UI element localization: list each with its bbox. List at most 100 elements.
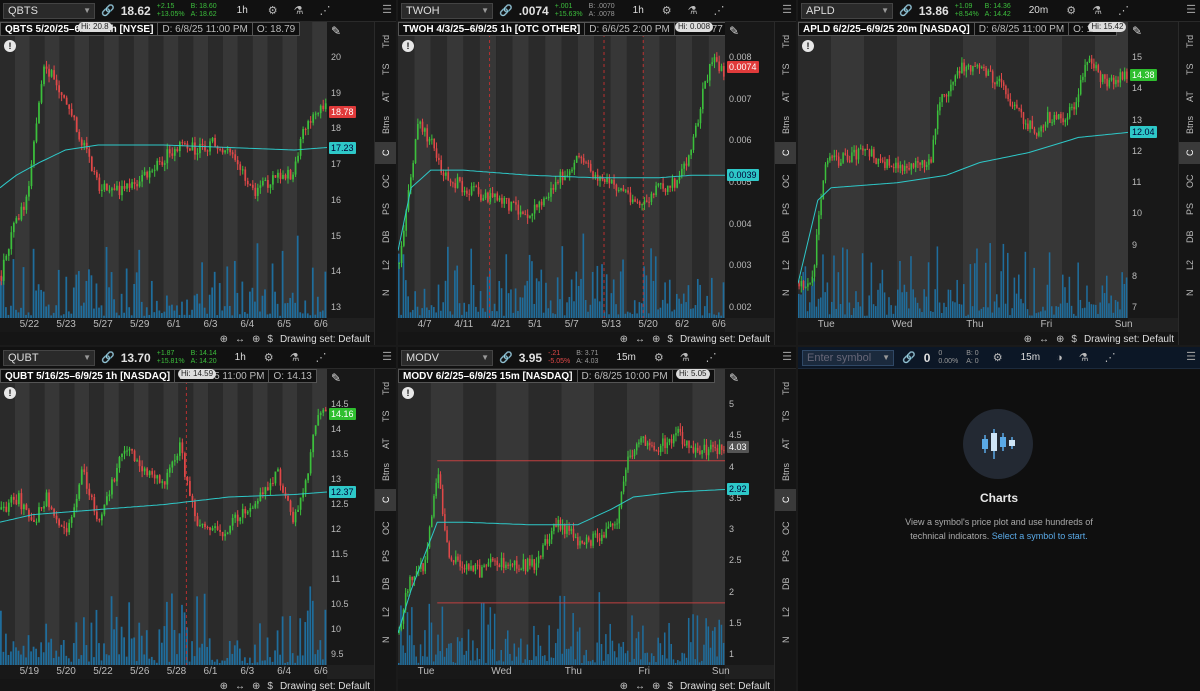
side-tab-ps[interactable]: PS: [375, 198, 396, 220]
side-tab-l2[interactable]: L2: [375, 254, 396, 276]
side-tab-oc[interactable]: OC: [1179, 170, 1200, 192]
style-icon[interactable]: ◑: [1056, 352, 1063, 364]
side-tab-c[interactable]: C: [775, 489, 796, 511]
timeframe-button[interactable]: 15m: [1021, 352, 1040, 363]
select-symbol-link[interactable]: Select a symbol to start.: [992, 531, 1088, 541]
dollar-icon[interactable]: $: [667, 334, 673, 345]
pan-icon[interactable]: ↔: [1039, 334, 1049, 345]
price-plot[interactable]: APLD 6/2/25–6/9/25 20m [NASDAQ] D: 6/8/25…: [798, 22, 1128, 318]
gear-icon[interactable]: ⚙: [654, 351, 664, 364]
pan-icon[interactable]: ↔: [235, 681, 245, 691]
symbol-input[interactable]: APLD ▼: [801, 2, 893, 19]
timeframe-button[interactable]: 20m: [1029, 5, 1048, 16]
side-tab-ps[interactable]: PS: [775, 198, 796, 220]
side-tab-db[interactable]: DB: [1179, 226, 1200, 248]
drawing-tool-icon[interactable]: ✎: [729, 371, 739, 385]
chart-style-icon[interactable]: ⋰: [1105, 351, 1116, 364]
drawing-tool-icon[interactable]: ✎: [331, 24, 341, 38]
pan-icon[interactable]: ↔: [235, 334, 245, 345]
link-icon[interactable]: 🔗: [902, 351, 916, 364]
side-tab-ts[interactable]: TS: [375, 58, 396, 80]
drawing-set-label[interactable]: Drawing set: Default: [1084, 334, 1174, 345]
drawing-set-label[interactable]: Drawing set: Default: [280, 681, 370, 691]
menu-icon[interactable]: ☰: [1186, 350, 1196, 363]
dollar-icon[interactable]: $: [267, 681, 273, 691]
side-tab-n[interactable]: N: [1179, 282, 1200, 304]
timeframe-button[interactable]: 1h: [633, 5, 644, 16]
drawing-tool-icon[interactable]: ✎: [331, 371, 341, 385]
crosshair-icon[interactable]: ⊕: [652, 334, 660, 345]
menu-icon[interactable]: ☰: [782, 3, 792, 16]
side-tab-ts[interactable]: TS: [775, 405, 796, 427]
alert-icon[interactable]: !: [802, 40, 814, 52]
link-icon[interactable]: 🔗: [899, 4, 913, 17]
side-tab-at[interactable]: AT: [775, 86, 796, 108]
alert-icon[interactable]: !: [402, 40, 414, 52]
side-tab-n[interactable]: N: [775, 282, 796, 304]
side-tab-l2[interactable]: L2: [775, 601, 796, 623]
side-tab-at[interactable]: AT: [775, 433, 796, 455]
crosshair-icon[interactable]: ⊕: [652, 681, 660, 691]
side-tab-db[interactable]: DB: [375, 573, 396, 595]
symbol-input[interactable]: Enter symbol ▼: [802, 349, 894, 366]
drawing-tool-icon[interactable]: ✎: [1132, 24, 1142, 38]
side-tab-l2[interactable]: L2: [1179, 254, 1200, 276]
side-tab-db[interactable]: DB: [775, 573, 796, 595]
side-tab-ts[interactable]: TS: [1179, 58, 1200, 80]
drawing-set-label[interactable]: Drawing set: Default: [680, 681, 770, 691]
gear-icon[interactable]: ⚙: [993, 351, 1003, 364]
price-plot[interactable]: TWOH 4/3/25–6/9/25 1h [OTC OTHER] D: 6/6/…: [398, 22, 728, 318]
crosshair-icon[interactable]: ⊕: [252, 681, 260, 691]
side-tab-c[interactable]: C: [1179, 142, 1200, 164]
pan-icon[interactable]: ↔: [635, 681, 645, 691]
alert-icon[interactable]: !: [4, 40, 16, 52]
side-tab-oc[interactable]: OC: [775, 517, 796, 539]
price-axis[interactable]: ✎ 14.5 14 13.5 13 12.5 12 11.5 11 10.5 10 9.5 14.16 1…: [327, 369, 374, 665]
flask-icon[interactable]: ⚗: [290, 351, 300, 364]
symbol-input[interactable]: QBTS ▼: [3, 2, 95, 19]
time-axis[interactable]: Tue Wed Thu Fri Sun: [398, 665, 730, 679]
side-tab-trd[interactable]: Trd: [375, 377, 396, 399]
price-axis[interactable]: ✎ 15 14 13 12 11 10 9 8 7 14.38 12.04: [1128, 22, 1178, 318]
link-icon[interactable]: 🔗: [499, 351, 513, 364]
side-tab-c[interactable]: C: [375, 489, 396, 511]
link-icon[interactable]: 🔗: [101, 351, 115, 364]
link-icon[interactable]: 🔗: [101, 4, 115, 17]
flask-icon[interactable]: ⚗: [1079, 351, 1089, 364]
side-tab-n[interactable]: N: [375, 282, 396, 304]
side-tab-db[interactable]: DB: [375, 226, 396, 248]
time-axis[interactable]: Tue Wed Thu Fri Sun: [798, 318, 1133, 332]
zoom-icon[interactable]: ⊕: [1024, 334, 1032, 345]
side-tab-btns[interactable]: Btns: [775, 114, 796, 136]
price-plot[interactable]: MODV 6/2/25–6/9/25 15m [NASDAQ] D: 6/8/25…: [398, 369, 725, 665]
zoom-icon[interactable]: ⊕: [220, 334, 228, 345]
price-plot[interactable]: QBTS 5/20/25–6/9/25 1h [NYSE]D: 6/8/25 1…: [0, 22, 327, 318]
side-tab-btns[interactable]: Btns: [375, 114, 396, 136]
time-axis[interactable]: 5/19 5/20 5/22 5/26 5/28 6/1 6/3 6/4 6/6: [0, 665, 328, 679]
link-icon[interactable]: 🔗: [499, 4, 513, 17]
side-tab-db[interactable]: DB: [775, 226, 796, 248]
alert-icon[interactable]: !: [402, 387, 414, 399]
side-tab-at[interactable]: AT: [1179, 86, 1200, 108]
menu-icon[interactable]: ☰: [382, 3, 392, 16]
side-tab-c[interactable]: C: [775, 142, 796, 164]
gear-icon[interactable]: ⚙: [1066, 4, 1076, 17]
zoom-icon[interactable]: ⊕: [620, 334, 628, 345]
price-plot[interactable]: QUBT 5/16/25–6/9/25 1h [NASDAQ] D: 6/8/25…: [0, 369, 327, 665]
side-tab-c[interactable]: C: [375, 142, 396, 164]
alert-icon[interactable]: !: [4, 387, 16, 399]
side-tab-ps[interactable]: PS: [375, 545, 396, 567]
side-tab-l2[interactable]: L2: [375, 601, 396, 623]
gear-icon[interactable]: ⚙: [264, 351, 274, 364]
symbol-input[interactable]: QUBT ▼: [3, 349, 95, 366]
zoom-icon[interactable]: ⊕: [220, 681, 228, 691]
timeframe-button[interactable]: 1h: [237, 5, 248, 16]
symbol-input[interactable]: TWOH ▼: [401, 2, 493, 19]
side-tab-ts[interactable]: TS: [375, 405, 396, 427]
drawing-set-label[interactable]: Drawing set: Default: [280, 334, 370, 345]
menu-icon[interactable]: ☰: [782, 350, 792, 363]
side-tab-trd[interactable]: Trd: [775, 377, 796, 399]
pan-icon[interactable]: ↔: [635, 334, 645, 345]
chart-style-icon[interactable]: ⋰: [320, 4, 331, 17]
flask-icon[interactable]: ⚗: [1092, 4, 1102, 17]
